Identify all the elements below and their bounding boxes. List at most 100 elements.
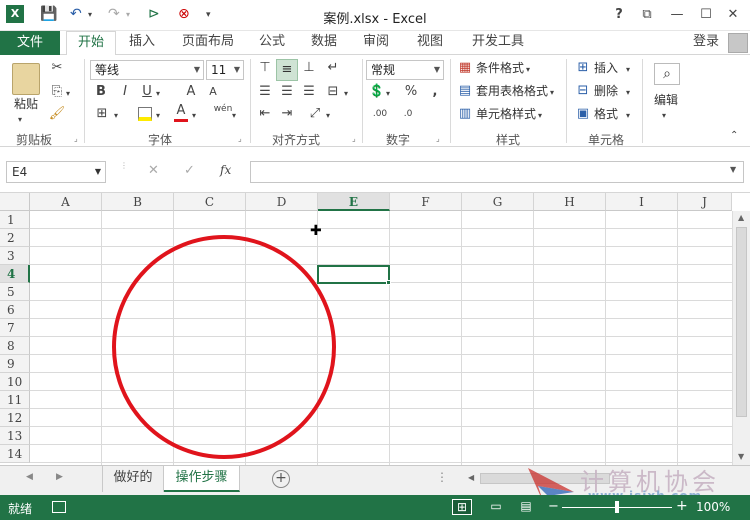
tab-insert[interactable]: 插入 — [122, 31, 162, 55]
help-button[interactable]: ? — [608, 5, 630, 25]
increase-decimal-button[interactable]: .00 — [368, 105, 392, 123]
orientation-dropdown-icon[interactable]: ▾ — [326, 107, 330, 125]
macro-record-icon[interactable] — [52, 501, 66, 513]
accounting-dropdown-icon[interactable]: ▾ — [386, 85, 390, 103]
tab-home[interactable]: 开始 — [66, 31, 116, 56]
tab-page-layout[interactable]: 页面布局 — [176, 31, 240, 55]
bold-button[interactable]: B — [94, 83, 108, 101]
merge-center-icon[interactable]: ⊟ — [324, 83, 342, 101]
formula-input[interactable] — [250, 161, 744, 183]
font-color-dropdown-icon[interactable]: ▾ — [192, 107, 196, 125]
expand-formula-icon[interactable]: ▼ — [730, 165, 736, 174]
format-painter-icon[interactable]: 🖌 — [48, 105, 66, 123]
phonetic-dropdown-icon[interactable]: ▾ — [232, 107, 236, 125]
chevron-down-icon[interactable]: ▾ — [526, 61, 530, 79]
chevron-down-icon[interactable]: ▾ — [626, 84, 630, 102]
tab-file[interactable]: 文件 — [0, 31, 60, 55]
align-middle-icon[interactable]: ≡ — [276, 59, 298, 81]
wrap-text-icon[interactable]: ↵ — [324, 59, 342, 77]
alignment-launcher-icon[interactable]: ⌟ — [352, 134, 356, 143]
cancel-icon[interactable]: ✕ — [148, 163, 164, 178]
add-sheet-button[interactable]: + — [272, 470, 290, 488]
align-right-icon[interactable]: ☰ — [300, 83, 318, 101]
number-format-combo[interactable]: 常规 ▼ — [366, 60, 444, 80]
zoom-out-button[interactable]: − — [548, 499, 559, 514]
editing-dropdown-icon[interactable]: ▾ — [662, 107, 666, 125]
number-launcher-icon[interactable]: ⌟ — [436, 134, 440, 143]
format-as-table-button[interactable]: 套用表格格式 — [476, 82, 548, 100]
underline-dropdown-icon[interactable]: ▾ — [156, 85, 160, 103]
zoom-in-button[interactable]: + — [676, 498, 688, 514]
paste-icon[interactable] — [12, 63, 40, 95]
align-top-icon[interactable]: ⊤ — [256, 59, 274, 77]
name-box[interactable]: E4 ▼ — [6, 161, 106, 183]
scroll-thumb[interactable] — [736, 227, 747, 417]
conditional-format-icon[interactable]: ▦ — [456, 59, 474, 77]
underline-button[interactable]: U — [140, 83, 154, 101]
find-binoculars-icon[interactable]: ⌕ — [654, 63, 680, 85]
decrease-decimal-button[interactable]: .0 — [396, 105, 420, 123]
insert-cells-icon[interactable]: ⊞ — [574, 59, 592, 77]
copy-dropdown-icon[interactable]: ▾ — [66, 85, 70, 103]
scroll-up-icon[interactable]: ▲ — [738, 213, 744, 222]
cell-styles-button[interactable]: 单元格样式 — [476, 105, 536, 123]
user-avatar-icon[interactable] — [728, 33, 748, 53]
scroll-left-sheets-icon[interactable]: ◀ — [26, 472, 33, 482]
scroll-right-sheets-icon[interactable]: ▶ — [56, 472, 63, 482]
decrease-indent-icon[interactable]: ⇤ — [256, 105, 274, 123]
phonetic-button[interactable]: wén — [212, 103, 234, 115]
align-bottom-icon[interactable]: ⊥ — [300, 59, 318, 77]
tab-formulas[interactable]: 公式 — [254, 31, 290, 55]
login-link[interactable]: 登录 — [686, 31, 726, 55]
insert-cells-button[interactable]: 插入 — [594, 59, 618, 77]
scroll-left-icon[interactable]: ◀ — [468, 473, 474, 482]
font-size-combo[interactable]: 11 ▼ — [206, 60, 244, 80]
orientation-icon[interactable]: ⤢ — [306, 105, 324, 123]
percent-button[interactable]: % — [402, 83, 420, 101]
collapse-ribbon-icon[interactable]: ⌃ — [730, 127, 738, 145]
font-name-combo[interactable]: 等线 ▼ — [90, 60, 204, 80]
maximize-button[interactable]: ☐ — [695, 5, 717, 25]
sheet-tab-steps[interactable]: 操作步骤 — [164, 466, 240, 492]
format-as-table-icon[interactable]: ▤ — [456, 82, 474, 100]
format-cells-button[interactable]: 格式 — [594, 105, 618, 123]
chevron-down-icon[interactable]: ▾ — [626, 61, 630, 79]
tab-developer[interactable]: 开发工具 — [466, 31, 530, 55]
zoom-level[interactable]: 100% — [696, 500, 730, 514]
grow-font-button[interactable]: A — [184, 83, 198, 101]
chevron-down-icon[interactable]: ▾ — [550, 84, 554, 102]
paste-dropdown-icon[interactable]: ▾ — [18, 111, 22, 129]
cut-icon[interactable]: ✂ — [48, 59, 66, 77]
accounting-format-icon[interactable]: 💲 — [368, 83, 386, 101]
font-launcher-icon[interactable]: ⌟ — [238, 134, 242, 143]
shrink-font-button[interactable]: A — [206, 83, 220, 101]
copy-icon[interactable]: ⎘ — [48, 83, 66, 101]
italic-button[interactable]: I — [118, 83, 132, 101]
tab-view[interactable]: 视图 — [412, 31, 448, 55]
normal-view-icon[interactable]: ⊞ — [452, 499, 472, 515]
sheet-tab-done[interactable]: 做好的 — [102, 466, 164, 492]
format-cells-icon[interactable]: ▣ — [574, 105, 592, 123]
tab-review[interactable]: 审阅 — [358, 31, 394, 55]
page-break-view-icon[interactable]: ▤ — [516, 499, 536, 515]
delete-cells-icon[interactable]: ⊟ — [574, 82, 592, 100]
page-layout-view-icon[interactable]: ▭ — [486, 499, 506, 515]
formula-bar-grip[interactable]: ⋮ — [120, 162, 128, 181]
vertical-scrollbar[interactable]: ▲ ▼ — [732, 211, 750, 465]
chevron-down-icon[interactable]: ▾ — [626, 107, 630, 125]
align-left-icon[interactable]: ☰ — [256, 83, 274, 101]
comma-button[interactable]: , — [426, 83, 444, 101]
zoom-slider-thumb[interactable] — [615, 501, 619, 513]
close-button[interactable]: ✕ — [722, 5, 744, 25]
fill-color-icon[interactable] — [138, 107, 152, 121]
merge-dropdown-icon[interactable]: ▾ — [344, 85, 348, 103]
fill-color-dropdown-icon[interactable]: ▾ — [156, 107, 160, 125]
clipboard-launcher-icon[interactable]: ⌟ — [74, 134, 78, 143]
cell-styles-icon[interactable]: ▥ — [456, 105, 474, 123]
conditional-format-button[interactable]: 条件格式 — [476, 59, 524, 77]
chevron-down-icon[interactable]: ▾ — [538, 107, 542, 125]
borders-icon[interactable]: ⊞ — [94, 105, 110, 123]
delete-cells-button[interactable]: 删除 — [594, 82, 618, 100]
borders-dropdown-icon[interactable]: ▾ — [114, 107, 118, 125]
worksheet-grid[interactable]: ABCDEFGHIJ 1 2 3 4 5 6 7 8 9 10 11 12 13 14 ✚ ▲ ▼ — [0, 193, 750, 465]
